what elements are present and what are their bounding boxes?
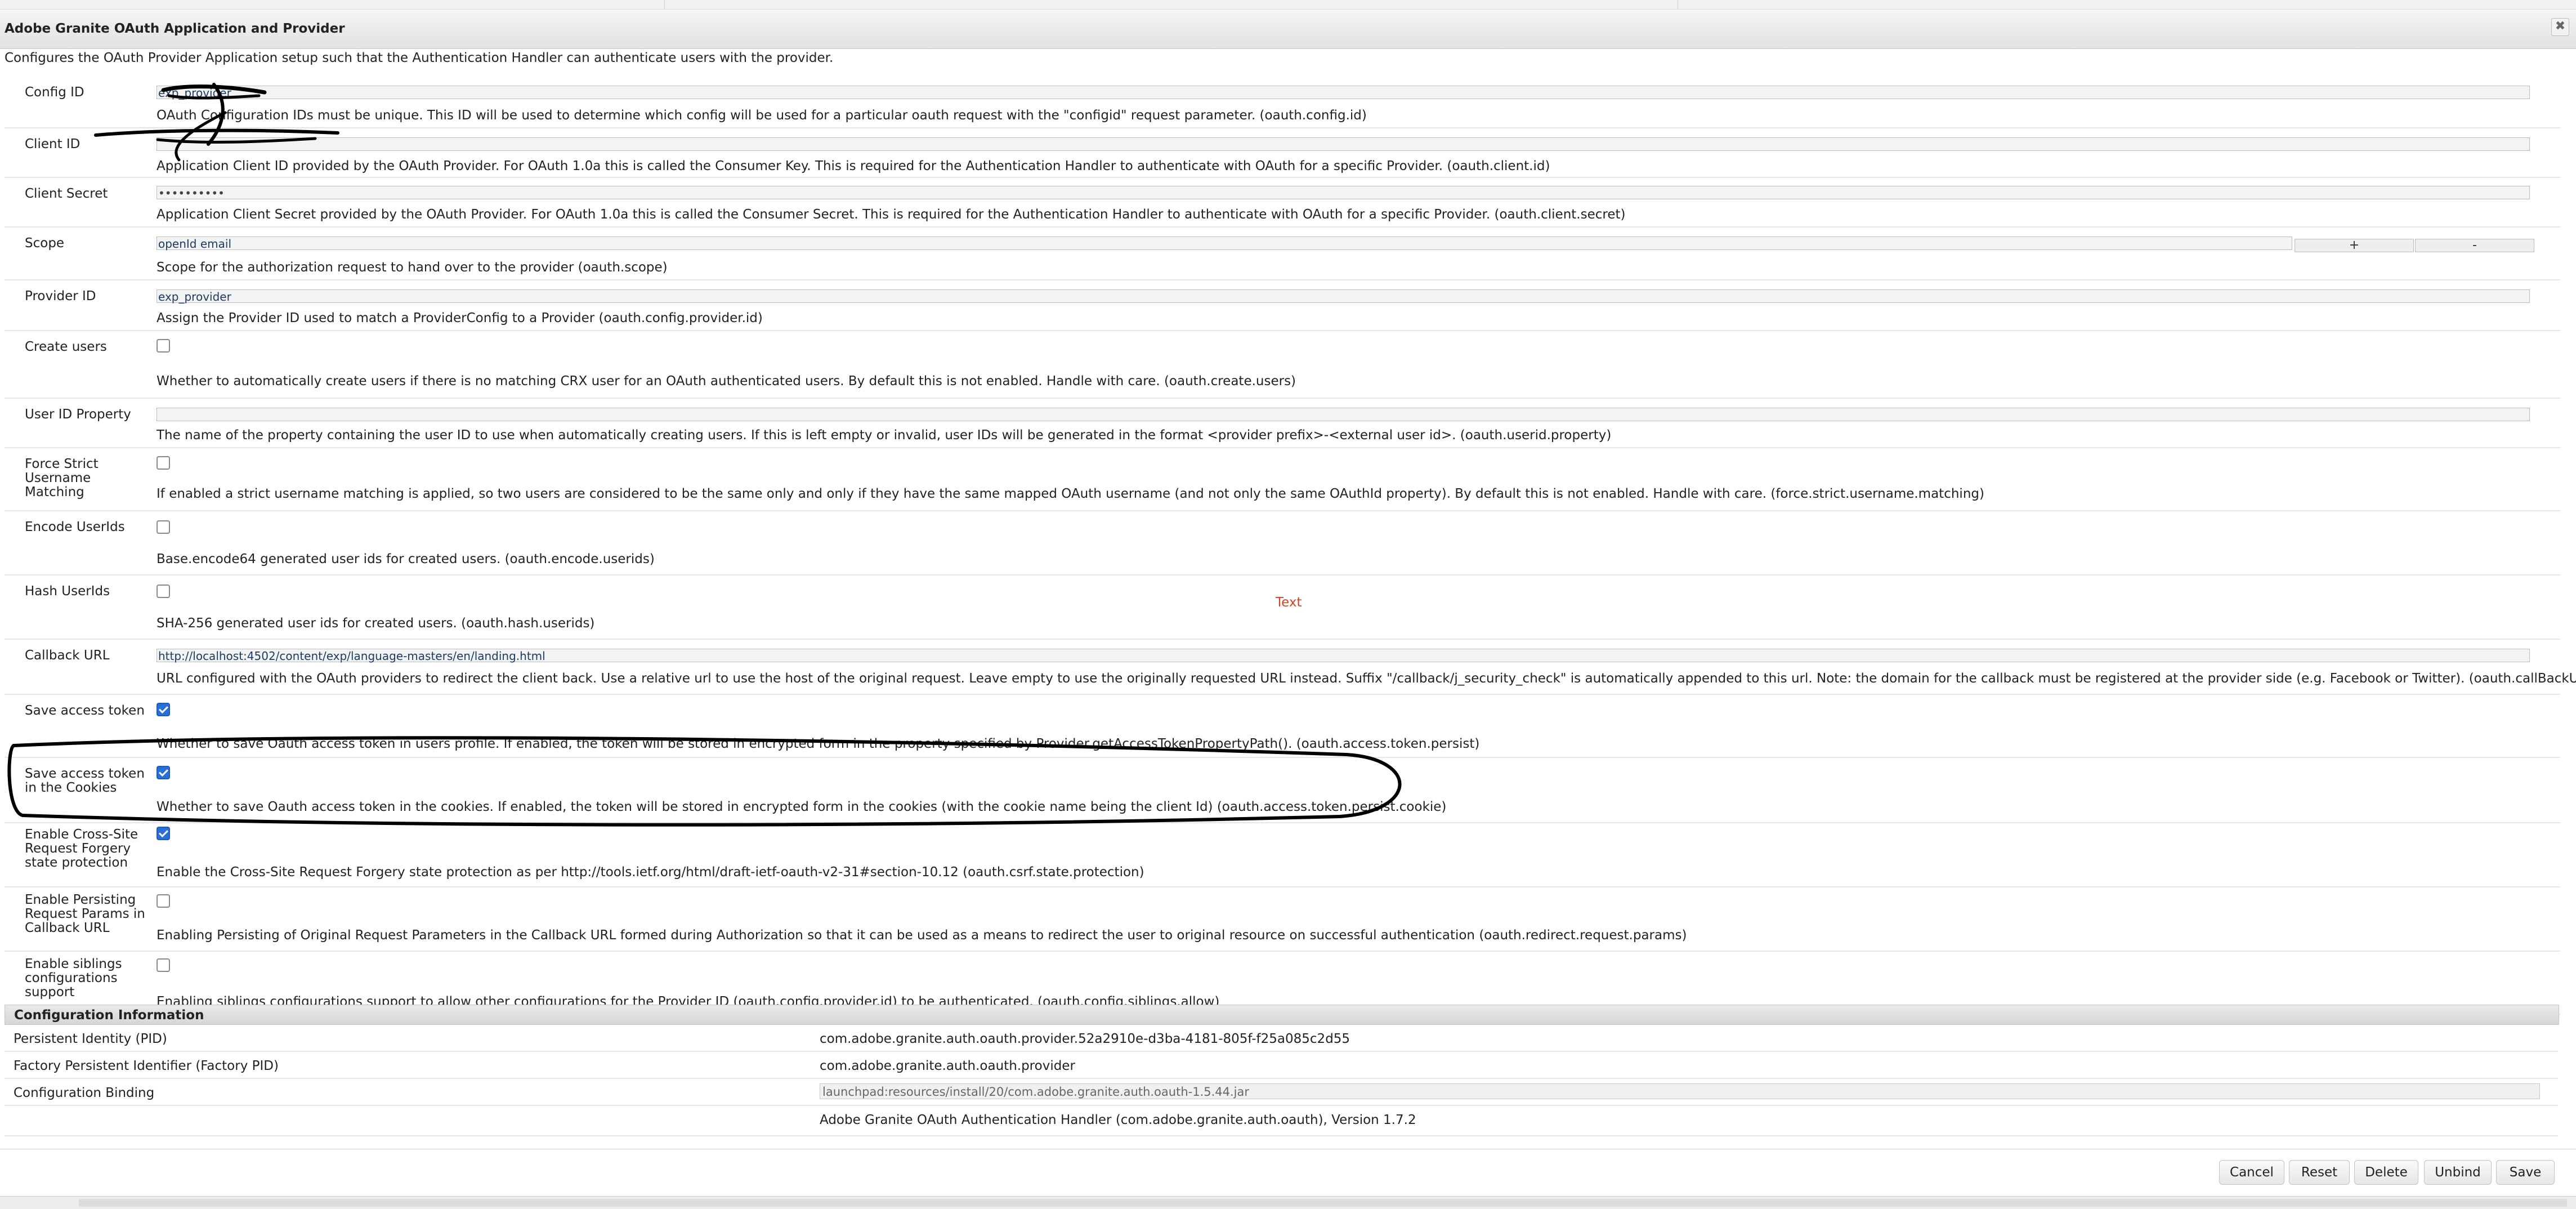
config-info-heading: Configuration Information (14, 1008, 204, 1023)
field-label: Client Secret (25, 186, 108, 201)
field-client-secret: Client Secret •••••••••• Application Cli… (5, 178, 2560, 227)
info-row: Configuration Binding launchpad:resource… (5, 1079, 2558, 1106)
save-access-token-cookies-checkbox[interactable] (156, 766, 170, 779)
field-description: Whether to save Oauth access token in us… (156, 737, 1480, 751)
encode-userids-checkbox[interactable] (156, 520, 170, 534)
provider-id-input[interactable]: exp_provider (156, 289, 2530, 304)
field-label: Create users (25, 340, 107, 354)
field-description: Whether to automatically create users if… (156, 374, 1296, 389)
field-label: Enable Cross-Site Request Forgery state … (25, 827, 138, 870)
scope-input[interactable]: openId email (156, 237, 2292, 251)
field-label: Callback URL (25, 648, 110, 663)
info-row: Adobe Granite OAuth Authentication Handl… (5, 1106, 2558, 1136)
field-config-id: Config ID exp_provider OAuth Configurati… (5, 77, 2560, 128)
info-value: com.adobe.granite.auth.oauth.provider (820, 1059, 1075, 1073)
info-row: Persistent Identity (PID) com.adobe.gran… (5, 1025, 2558, 1052)
field-description: If enabled a strict username matching is… (156, 487, 1984, 501)
client-secret-input[interactable]: •••••••••• (156, 186, 2530, 200)
siblings-support-checkbox[interactable] (156, 958, 170, 972)
info-key: Persistent Identity (PID) (14, 1032, 167, 1046)
user-id-property-input[interactable] (156, 408, 2530, 421)
field-description: Assign the Provider ID used to match a P… (156, 311, 763, 325)
field-label: Config ID (25, 85, 84, 100)
field-label: Save access token (25, 703, 145, 718)
info-value: Adobe Granite OAuth Authentication Handl… (820, 1113, 1416, 1127)
close-icon[interactable]: ✖ (2551, 18, 2569, 36)
horizontal-scrollbar[interactable] (0, 1196, 2576, 1209)
field-callback-url: Callback URL http://localhost:4502/conte… (5, 640, 2576, 695)
config-info-header: Configuration Information (5, 1005, 2559, 1025)
field-csrf-protection: Enable Cross-Site Request Forgery state … (5, 823, 2560, 887)
scrollbar-thumb[interactable] (79, 1199, 2567, 1207)
config-id-input[interactable]: exp_provider (156, 86, 2530, 100)
field-label: Scope (25, 236, 65, 251)
delete-button[interactable]: Delete (2354, 1160, 2418, 1185)
force-strict-username-checkbox[interactable] (156, 456, 170, 470)
field-description: SHA-256 generated user ids for created u… (156, 616, 595, 631)
hash-userids-checkbox[interactable] (156, 585, 170, 598)
info-row: Factory Persistent Identifier (Factory P… (5, 1052, 2558, 1079)
field-label: Provider ID (25, 289, 96, 304)
reset-button[interactable]: Reset (2289, 1160, 2350, 1185)
field-save-access-token: Save access token Whether to save Oauth … (5, 695, 2560, 758)
unbind-button[interactable]: Unbind (2424, 1160, 2492, 1185)
field-description: The name of the property containing the … (156, 428, 1612, 443)
field-client-id: Client ID Application Client ID provided… (5, 128, 2560, 178)
scope-add-button[interactable]: + (2295, 239, 2414, 252)
scope-remove-button[interactable]: - (2415, 239, 2534, 252)
info-value: com.adobe.granite.auth.oauth.provider.52… (820, 1032, 1350, 1046)
config-binding-field[interactable]: launchpad:resources/install/20/com.adobe… (820, 1083, 2540, 1099)
field-description: Whether to save Oauth access token in th… (156, 800, 1447, 814)
field-label: Encode UserIds (25, 520, 125, 534)
field-create-users: Create users Whether to automatically cr… (5, 331, 2560, 399)
field-user-id-property: User ID Property The name of the propert… (5, 399, 2560, 448)
field-persist-request-params: Enable Persisting Request Params in Call… (5, 887, 2560, 952)
field-description: Scope for the authorization request to h… (156, 260, 668, 275)
info-key: Factory Persistent Identifier (Factory P… (14, 1059, 279, 1073)
field-label: Force Strict Username Matching (25, 457, 99, 499)
client-id-input[interactable] (156, 137, 2530, 151)
save-access-token-checkbox[interactable] (156, 703, 170, 716)
config-form: Config ID exp_provider OAuth Configurati… (5, 77, 2576, 1015)
field-provider-id: Provider ID exp_provider Assign the Prov… (5, 280, 2560, 331)
field-force-strict-username: Force Strict Username Matching If enable… (5, 448, 2560, 511)
field-description: Application Client ID provided by the OA… (156, 159, 1550, 173)
field-scope: Scope openId email + - Scope for the aut… (5, 227, 2560, 280)
cancel-button[interactable]: Cancel (2219, 1160, 2284, 1185)
field-description: Application Client Secret provided by th… (156, 207, 1626, 222)
field-label: Enable Persisting Request Params in Call… (25, 893, 145, 935)
annotation-text: Text (1276, 595, 1302, 610)
field-description: Base.encode64 generated user ids for cre… (156, 552, 655, 566)
field-description: OAuth Configuration IDs must be unique. … (156, 108, 1367, 123)
field-description: Enabling Persisting of Original Request … (156, 928, 1687, 943)
dialog-intro: Configures the OAuth Provider Applicatio… (5, 51, 834, 65)
field-description: Enable the Cross-Site Request Forgery st… (156, 865, 1144, 880)
dialog-title: Adobe Granite OAuth Application and Prov… (5, 21, 345, 36)
dialog-titlebar: Adobe Granite OAuth Application and Prov… (0, 10, 2576, 49)
field-label: Enable siblings configurations support (25, 957, 122, 1000)
field-save-access-token-cookies: Save access token in the Cookies Whether… (5, 758, 2560, 823)
field-label: User ID Property (25, 407, 131, 422)
field-label: Hash UserIds (25, 584, 110, 599)
persist-request-params-checkbox[interactable] (156, 894, 170, 908)
callback-url-input[interactable]: http://localhost:4502/content/exp/langua… (156, 649, 2530, 663)
csrf-protection-checkbox[interactable] (156, 827, 170, 840)
field-label: Save access token in the Cookies (25, 766, 145, 795)
field-encode-userids: Encode UserIds Base.encode64 generated u… (5, 511, 2560, 575)
field-description: URL configured with the OAuth providers … (156, 671, 2576, 686)
save-button[interactable]: Save (2496, 1160, 2555, 1185)
create-users-checkbox[interactable] (156, 339, 170, 353)
background-window-strip (0, 0, 2576, 10)
field-label: Client ID (25, 137, 80, 151)
info-key: Configuration Binding (14, 1086, 155, 1100)
